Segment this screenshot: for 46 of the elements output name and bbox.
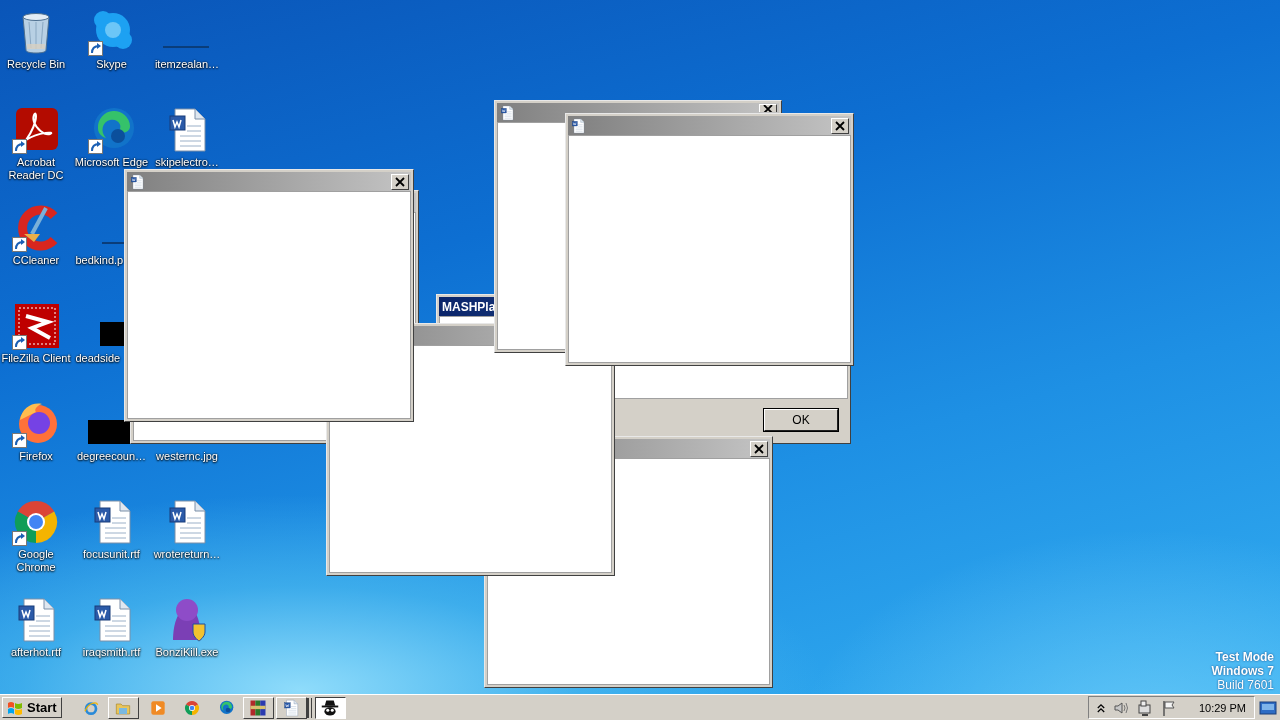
browser-icon[interactable] <box>183 699 200 716</box>
os-notice: Windows 7 <box>1211 664 1274 678</box>
close-button[interactable] <box>391 173 409 190</box>
icon-label[interactable]: Firefox <box>19 450 53 463</box>
image-thumbnail <box>87 420 130 444</box>
icon-label[interactable]: Recycle Bin <box>6 58 66 71</box>
browser-icon <box>12 498 60 546</box>
speaker-icon[interactable] <box>1112 699 1129 716</box>
network-icon[interactable] <box>1136 699 1153 716</box>
ok-button[interactable]: OK <box>764 409 838 431</box>
clock[interactable]: 10:29 PM <box>1198 701 1246 714</box>
reader-icon <box>12 106 60 154</box>
icon-label[interactable]: Google Chrome <box>16 548 56 574</box>
chevron-icon[interactable] <box>1096 701 1105 714</box>
icon-label[interactable]: bedkind.p <box>75 254 124 267</box>
icon-label[interactable]: CCleaner <box>12 254 60 267</box>
flag-icon <box>6 699 24 716</box>
close-button[interactable] <box>831 117 849 134</box>
icon-label[interactable]: Acrobat Reader DC <box>8 156 64 182</box>
icon-label[interactable]: Skype <box>96 58 127 71</box>
browser-icon <box>87 106 136 154</box>
browser-icon[interactable] <box>217 699 234 716</box>
archive-icon <box>249 698 268 717</box>
app-icon <box>12 302 60 350</box>
close-button[interactable] <box>750 440 768 457</box>
hat-icon <box>321 698 340 717</box>
icon-label[interactable]: skipelectro… <box>155 156 219 169</box>
show-desktop-icon[interactable] <box>1259 699 1277 716</box>
window-title: MASHPla <box>441 299 496 314</box>
document-icon <box>282 698 301 717</box>
icon-label[interactable]: wrotereturn… <box>153 548 221 561</box>
document-icon <box>570 117 586 134</box>
icon-label[interactable]: itemzealan… <box>154 58 220 71</box>
os-notice: Build 7601 <box>1217 678 1274 692</box>
icon-label[interactable]: degreecoun… <box>76 450 147 463</box>
start-button[interactable]: Start <box>2 697 62 718</box>
os-notice: Test Mode <box>1215 650 1274 664</box>
icon-label[interactable]: westernc.jpg <box>156 450 218 463</box>
icon-label[interactable]: Microsoft Edge <box>74 156 149 169</box>
flag-icon[interactable] <box>1160 699 1177 716</box>
icon-label[interactable]: focusunit.rtf <box>83 548 140 561</box>
cleaner-icon <box>12 204 60 252</box>
document-icon <box>129 173 145 190</box>
taskbar-button[interactable] <box>314 696 346 719</box>
icon-label[interactable]: FileZilla Client <box>1 352 71 365</box>
icon-label[interactable]: deadside <box>75 352 121 365</box>
